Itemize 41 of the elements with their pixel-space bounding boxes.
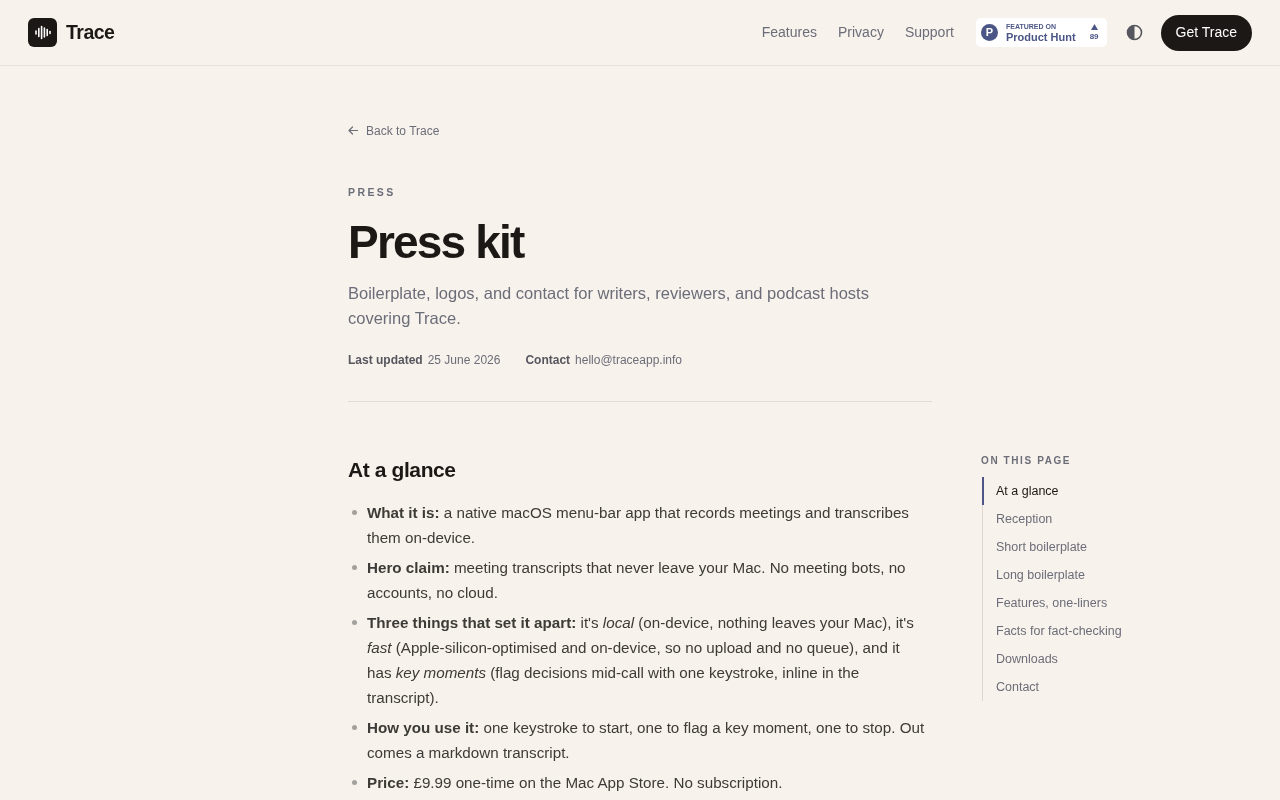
section-eyebrow: PRESS — [348, 185, 397, 199]
section-heading: At a glance — [348, 457, 457, 483]
bullet-dot-icon — [352, 565, 357, 570]
upvote-count: 89 — [1089, 32, 1099, 41]
toc-link[interactable]: At a glance — [982, 477, 1280, 505]
bullet-text: What it is: a native macOS menu-bar app that records meetings and transcribes them on-device. — [367, 503, 910, 548]
toc-link[interactable]: Contact — [982, 673, 1280, 701]
back-link[interactable]: Back to Trace — [348, 121, 440, 140]
meta-label: Last updated — [348, 352, 423, 369]
toc-heading: ON THIS PAGE — [981, 454, 1073, 468]
nav-link[interactable]: Privacy — [838, 22, 884, 43]
meta-label: Contact — [525, 352, 571, 369]
waveform-logo-icon — [28, 18, 57, 47]
bullet-text: Price: £9.99 one-time on the Mac App Store. No subscription. — [367, 773, 783, 793]
toc-link[interactable]: Features, one-liners — [982, 589, 1280, 617]
theme-toggle-button[interactable] — [1125, 24, 1143, 41]
bullet-text: How you use it: one keystroke to start, one to flag a key moment, one to stop. Out comes a markdown transcript. — [367, 718, 926, 763]
get-trace-button[interactable]: Get Trace — [1160, 14, 1252, 51]
bullet-dot-icon — [352, 725, 357, 730]
badge-title: Product Hunt — [1005, 30, 1076, 43]
half-circle-icon — [1125, 24, 1143, 41]
arrow-left-icon — [348, 126, 358, 135]
nav-link[interactable]: Features — [761, 22, 817, 43]
page-subtitle: Boilerplate, logos, and contact for writers, reviewers, and podcast hosts covering Trace. — [348, 283, 870, 329]
bullet-dot-icon — [352, 780, 357, 785]
toc-link[interactable]: Long boilerplate — [982, 561, 1280, 589]
upvote-triangle-icon — [1090, 24, 1098, 30]
nav-link[interactable]: Support — [904, 22, 954, 43]
toc-link[interactable]: Facts for fact-checking — [982, 617, 1280, 645]
meta-value: hello@traceapp.info — [575, 352, 682, 369]
meta-value: 25 June 2026 — [427, 352, 501, 369]
bullet-dot-icon — [352, 620, 357, 625]
toc-link[interactable]: Short boilerplate — [982, 533, 1280, 561]
bullet-text: Hero claim: meeting transcripts that never leave your Mac. No meeting bots, no accounts, no cloud. — [367, 558, 907, 603]
bullet-dot-icon — [352, 510, 357, 515]
toc-link[interactable]: Downloads — [982, 645, 1280, 673]
page-title: Press kit — [348, 216, 526, 269]
product-hunt-logo: P — [980, 24, 998, 41]
bullet-text: Three things that set it apart: it's local (on-device, nothing leaves your Mac), it's fast (Apple-silicon-optimised and on-device, so no upload and no queue), and it has key moments (flag decisions mid-call with one keystroke, inline in the transcript). — [367, 613, 915, 708]
toc-link[interactable]: Reception — [982, 505, 1280, 533]
brand-name: Trace — [66, 19, 115, 45]
